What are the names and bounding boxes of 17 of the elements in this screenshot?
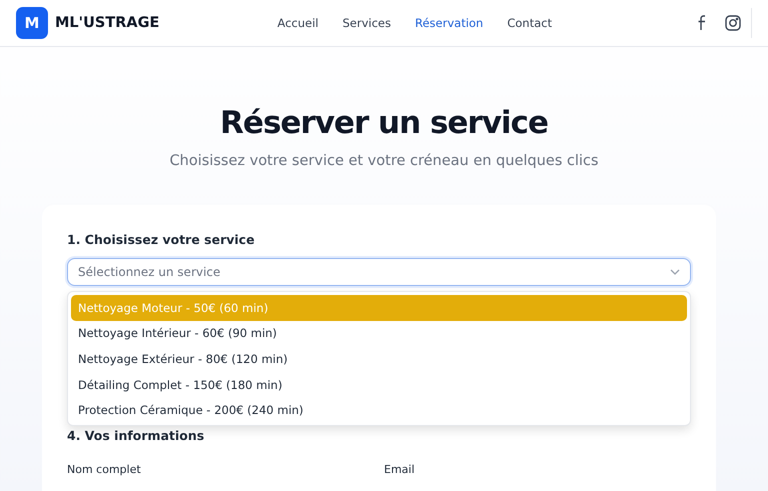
nav-link[interactable]: Réservation (415, 16, 484, 30)
dropdown-option[interactable]: Protection Céramique - 200€ (240 min) (71, 397, 687, 423)
field-label: Email (384, 463, 415, 476)
field-label: Nom complet (67, 463, 141, 476)
step-heading: 4. Vos informations (67, 428, 204, 443)
dropdown-option[interactable]: Nettoyage Extérieur - 80€ (120 min) (71, 346, 687, 372)
step-heading: 1. Choisissez votre service (67, 232, 255, 247)
dropdown-option[interactable]: Nettoyage Intérieur - 60€ (90 min) (71, 320, 687, 346)
nav-link[interactable]: Services (342, 16, 391, 30)
nav-link[interactable]: Contact (507, 16, 552, 30)
service-select[interactable]: Sélectionnez un service (67, 258, 691, 286)
logo-icon: M (16, 7, 48, 39)
page-subtitle: Choisissez votre service et votre créneau en quelques clics (168, 153, 600, 169)
page-title: Réserver un service (219, 105, 549, 141)
brand-name: ML'USTRAGE (55, 15, 160, 31)
nav-link[interactable]: Accueil (277, 16, 318, 30)
dropdown-option[interactable]: Détailing Complet - 150€ (180 min) (71, 372, 687, 398)
